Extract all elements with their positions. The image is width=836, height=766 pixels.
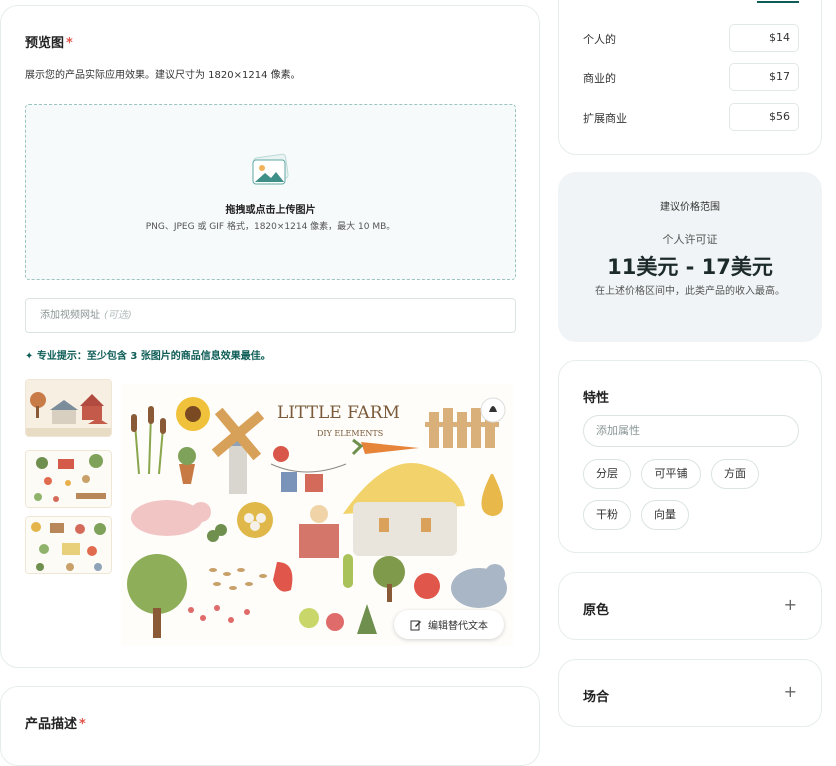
price-label-personal: 个人的 — [583, 33, 616, 46]
video-url-optional: (可选) — [104, 310, 132, 321]
preview-title-text: 预览图 — [25, 36, 65, 51]
thumbnail-2[interactable] — [25, 450, 112, 508]
suggestion-license: 个人许可证 — [662, 233, 718, 246]
active-tab-indicator — [757, 1, 799, 3]
main-preview-image: LITTLE FARM DIY ELEMENTS — [121, 384, 513, 646]
origin-card[interactable]: 原色 + — [558, 572, 822, 640]
required-mark: * — [79, 717, 86, 732]
thumbnail-3-art — [26, 517, 111, 573]
preview-card: 预览图 * 展示您的产品实际应用效果。建议尺寸为 1820×1214 像素。 拖拽… — [0, 5, 540, 668]
features-card: 特性 添加属性 分层 可平铺 方面 干粉 向量 — [558, 360, 822, 553]
edit-icon — [410, 620, 421, 630]
origin-title: 原色 — [583, 603, 610, 618]
upload-hint: PNG、JPEG 或 GIF 格式，1820×1214 像素，最大 10 MB。 — [145, 222, 396, 232]
thumbnail-2-art — [26, 451, 111, 507]
thumbnail-1-art — [26, 380, 111, 436]
occasion-card[interactable]: 场合 + — [558, 659, 822, 727]
thumbnail-1[interactable] — [25, 379, 112, 437]
price-label-extended: 扩展商业 — [583, 112, 627, 125]
required-mark: * — [66, 36, 73, 51]
price-label-commercial: 商业的 — [583, 72, 616, 85]
description-title: 产品描述 * — [25, 713, 86, 732]
feature-tag-tileable[interactable]: 可平铺 — [641, 459, 701, 489]
price-row-personal: 个人的 $14 — [583, 24, 799, 52]
description-title-text: 产品描述 — [25, 717, 78, 732]
pricing-card: 个人的 $14 商业的 $17 扩展商业 $56 — [558, 0, 822, 155]
image-subtitle: DIY ELEMENTS — [317, 429, 383, 438]
image-upload-icon — [252, 153, 289, 185]
expand-plus-icon[interactable]: + — [784, 682, 797, 701]
preview-title: 预览图 * — [25, 32, 73, 51]
image-title: LITTLE FARM — [277, 403, 400, 423]
add-attribute-input[interactable]: 添加属性 — [583, 415, 799, 447]
price-row-commercial: 商业的 $17 — [583, 63, 799, 91]
features-title: 特性 — [583, 391, 610, 406]
feature-tag-dry-powder[interactable]: 干粉 — [583, 500, 631, 530]
upload-title: 拖拽或点击上传图片 — [225, 205, 316, 216]
feature-tag-layered[interactable]: 分层 — [583, 459, 631, 489]
suggestion-range: 11美元 - 17美元 — [607, 255, 773, 279]
feature-tag-square[interactable]: 方面 — [711, 459, 759, 489]
edit-alt-text-button[interactable]: 编辑替代文本 — [394, 610, 504, 639]
price-row-extended: 扩展商业 $56 — [583, 103, 799, 131]
pro-tip-text: 至少包含 3 张图片的商品信息效果最佳。 — [86, 351, 271, 362]
video-url-input[interactable]: 添加视频网址 (可选) — [25, 298, 516, 333]
suggestion-title: 建议价格范围 — [660, 202, 720, 213]
edit-alt-text-label: 编辑替代文本 — [428, 621, 488, 632]
preview-description: 展示您的产品实际应用效果。建议尺寸为 1820×1214 像素。 — [25, 70, 301, 81]
image-upload-dropzone[interactable]: 拖拽或点击上传图片 PNG、JPEG 或 GIF 格式，1820×1214 像素… — [25, 104, 516, 280]
pro-tip: ✦ 专业提示：至少包含 3 张图片的商品信息效果最佳。 — [25, 347, 271, 362]
price-suggestion-card: 建议价格范围 个人许可证 11美元 - 17美元 在上述价格区间中，此类产品的收… — [558, 172, 822, 342]
price-input-commercial[interactable]: $17 — [729, 63, 799, 91]
price-input-personal[interactable]: $14 — [729, 24, 799, 52]
expand-plus-icon[interactable]: + — [784, 595, 797, 614]
video-url-placeholder: 添加视频网址 — [40, 310, 100, 321]
description-card: 产品描述 * — [0, 686, 540, 766]
pro-tip-prefix: 专业提示： — [36, 351, 87, 362]
sparkle-icon: ✦ — [25, 351, 34, 362]
main-preview-art: LITTLE FARM DIY ELEMENTS — [121, 384, 513, 646]
thumbnail-3[interactable] — [25, 516, 112, 574]
feature-tag-vector[interactable]: 向量 — [641, 500, 689, 530]
occasion-title: 场合 — [583, 690, 610, 705]
suggestion-note: 在上述价格区间中，此类产品的收入最高。 — [595, 286, 785, 297]
price-input-extended[interactable]: $56 — [729, 103, 799, 131]
